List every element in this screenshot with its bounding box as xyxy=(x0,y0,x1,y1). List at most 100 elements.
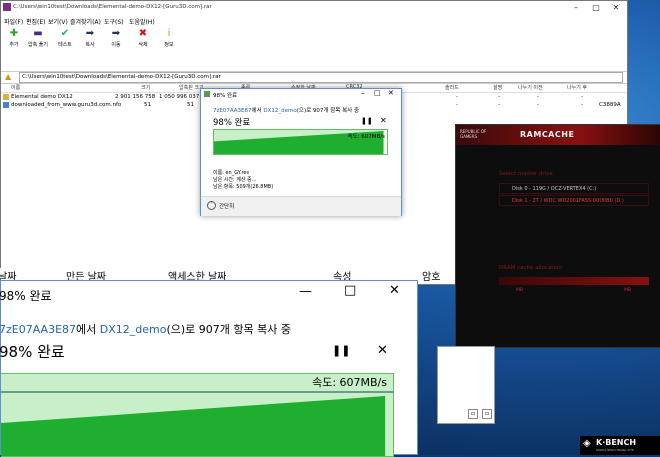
maximize-icon[interactable]: □ xyxy=(344,283,356,298)
delete-icon: ✖ xyxy=(138,28,148,39)
close-icon[interactable]: ✕ xyxy=(389,283,400,298)
maximize-icon[interactable]: □ xyxy=(374,89,381,97)
small-info-items: 남은 항목: 509개(26.8MB) xyxy=(213,184,274,190)
file-packed: 51 xyxy=(187,102,194,108)
source-link[interactable]: 7zE07AA3E87 xyxy=(213,108,252,114)
destination-link[interactable]: DX12_demo xyxy=(100,323,167,336)
menu-edit[interactable]: 편집(E) xyxy=(26,17,46,26)
kbench-mark-icon: ◈ xyxy=(583,438,591,449)
copy-button[interactable]: ➡ 복사 xyxy=(78,28,102,49)
file-split-before: - xyxy=(537,102,539,108)
add-button[interactable]: ✚ 추가 xyxy=(2,28,26,49)
ramcache-window: REPUBLIC OF GAMERS RAMCACHE Select maste… xyxy=(455,124,660,348)
small-info-time: 남은 시간: 계산 중... xyxy=(213,177,257,183)
file-crc: C3889A xyxy=(599,102,621,108)
small-speed: 속도: 607MB/s xyxy=(347,134,385,140)
file-packed: 1 050 996 037 xyxy=(159,94,200,100)
menu-tools[interactable]: 도구(S) xyxy=(104,17,124,26)
file-name: downloaded_from_www.guru3d.com.nfo xyxy=(11,102,122,108)
col-solid[interactable]: 솔리드 xyxy=(445,84,459,91)
rog-logo: REPUBLIC OF GAMERS xyxy=(460,129,487,139)
source-link[interactable]: 7zE07AA3E87 xyxy=(0,323,76,336)
move-icon: ➡ xyxy=(111,28,121,39)
chevron-up-icon[interactable]: ˆ xyxy=(207,201,216,210)
pause-icon[interactable]: ❚❚ xyxy=(361,117,373,125)
test-icon: ✔ xyxy=(60,28,70,39)
file-split-after: - xyxy=(581,94,583,100)
pause-icon[interactable]: ❚❚ xyxy=(332,344,350,357)
test-button[interactable]: ✔ 테스트 xyxy=(53,28,77,49)
big-speed-graph: 속도: 607MB/s xyxy=(1,373,394,457)
watermark-text: K·BENCH xyxy=(596,438,637,447)
drive-option-disk1[interactable]: Disk 1 - 2T / WDC WD2001FASS-00U0B0 (D:) xyxy=(499,195,649,206)
file-size: 2 901 156 758 xyxy=(115,94,156,100)
file-comment: - xyxy=(498,94,500,100)
file-icon xyxy=(3,102,9,108)
col-split-before[interactable]: 나누기 이전 xyxy=(518,84,543,91)
file-split-after: - xyxy=(581,102,583,108)
big-speed: 속도: 607MB/s xyxy=(312,376,387,389)
close-icon[interactable]: ✕ xyxy=(607,2,625,13)
address-field[interactable]: C:\Users\win10test\Downloads\Elemental-d… xyxy=(19,72,623,83)
info-icon: i xyxy=(167,28,171,39)
less-details-button[interactable]: 간단히 xyxy=(219,202,234,210)
menu-bar: 파일(F) 편집(E) 보기(V) 즐겨찾기(A) 도구(S) 도움말(H) xyxy=(1,15,627,27)
copy-dialog-small: 98% 완료 – □ ✕ 7zE07AA3E87에서 DX12_demo(으)로… xyxy=(200,88,402,216)
cancel-icon[interactable]: ✕ xyxy=(380,116,387,125)
menu-view[interactable]: 보기(V) xyxy=(48,17,68,26)
small-dialog-subtitle: 7zE07AA3E87에서 DX12_demo(으)로 907개 항목 복사 중 xyxy=(213,108,360,114)
move-button[interactable]: ➡ 이동 xyxy=(104,28,128,49)
slider-min-unit: MB xyxy=(516,288,523,293)
winrar-titlebar[interactable]: C:\Users\win10test\Downloads\Elemental-d… xyxy=(1,1,627,15)
drive-option-disk0[interactable]: Disk 0 - 119G / OCZ-VERTEX4 (C:) xyxy=(499,183,649,194)
strip-col-password: 암호 xyxy=(422,272,441,283)
delete-button[interactable]: ✖ 삭제 xyxy=(131,28,155,49)
small-info-name: 이름: en_GY.res xyxy=(213,170,250,176)
small-dialog-footer: ˆ 간단히 xyxy=(201,196,401,216)
menu-favorites[interactable]: 즐겨찾기(A) xyxy=(70,17,101,26)
small-dialog-titlebar[interactable]: 98% 완료 – □ ✕ xyxy=(201,89,401,100)
big-dialog-subtitle: 7zE07AA3E87에서 DX12_demo(으)로 907개 항목 복사 중 xyxy=(0,323,292,336)
restore-icon[interactable]: ▫ xyxy=(482,409,492,419)
col-split-after[interactable]: 나누기 후 xyxy=(567,84,587,91)
small-speed-graph: 속도: 607MB/s xyxy=(213,129,388,155)
select-drive-label: Select master drive xyxy=(499,171,553,177)
col-size[interactable]: 크기 xyxy=(141,84,150,91)
winrar-app-icon xyxy=(3,3,11,11)
minimize-icon[interactable]: – xyxy=(361,89,365,97)
small-percent: 98% 완료 xyxy=(213,118,251,128)
toolbar: ✚ 추가 ▬ 압축 풀기 ✔ 테스트 ➡ 복사 ➡ 이동 ✖ 삭제 i 정보 xyxy=(1,27,627,72)
file-size: 51 xyxy=(144,102,151,108)
cancel-icon[interactable]: ✕ xyxy=(377,343,388,358)
copy-dialog-zoomed: 98% 완료 — □ ✕ 7zE07AA3E87에서 DX12_demo(으)로… xyxy=(0,280,418,457)
folder-up-icon[interactable]: ▲ xyxy=(5,72,11,81)
copy-icon: ➡ xyxy=(85,28,95,39)
maximize-icon[interactable]: □ xyxy=(587,2,605,13)
add-icon: ✚ xyxy=(9,28,19,39)
dram-allocation-label: DRAM cache allocation xyxy=(499,265,562,271)
col-comment[interactable]: 설명 xyxy=(493,84,502,91)
menu-help[interactable]: 도움말(H) xyxy=(129,17,155,26)
minimize-icon[interactable]: — xyxy=(299,284,312,299)
extract-icon: ▬ xyxy=(33,28,43,39)
extract-button[interactable]: ▬ 압축 풀기 xyxy=(26,28,50,49)
minimize-icon[interactable]: – xyxy=(567,2,585,13)
ramcache-header: REPUBLIC OF GAMERS RAMCACHE xyxy=(456,125,660,145)
file-solid: - xyxy=(456,94,458,100)
big-percent: 98% 완료 xyxy=(0,343,65,361)
destination-link[interactable]: DX12_demo xyxy=(263,108,296,114)
close-icon[interactable]: ✕ xyxy=(388,89,394,97)
dram-allocation-slider[interactable] xyxy=(499,277,649,285)
background-window: ▫ ▫ xyxy=(437,346,495,424)
info-button[interactable]: i 정보 xyxy=(157,28,181,49)
restore-icon[interactable]: ▫ xyxy=(468,409,478,419)
menu-file[interactable]: 파일(F) xyxy=(4,17,23,26)
file-comment: - xyxy=(498,102,500,108)
ramcache-title: RAMCACHE xyxy=(520,130,575,139)
folder-icon xyxy=(3,94,9,100)
kbench-logo: ◈ K·BENCH KOREA BENCHMARK SITE xyxy=(580,436,660,455)
file-split-before: - xyxy=(537,94,539,100)
big-dialog-title: 98% 완료 xyxy=(0,289,52,303)
watermark-subtext: KOREA BENCHMARK SITE xyxy=(596,448,634,452)
col-name[interactable]: 이름 xyxy=(11,84,20,91)
